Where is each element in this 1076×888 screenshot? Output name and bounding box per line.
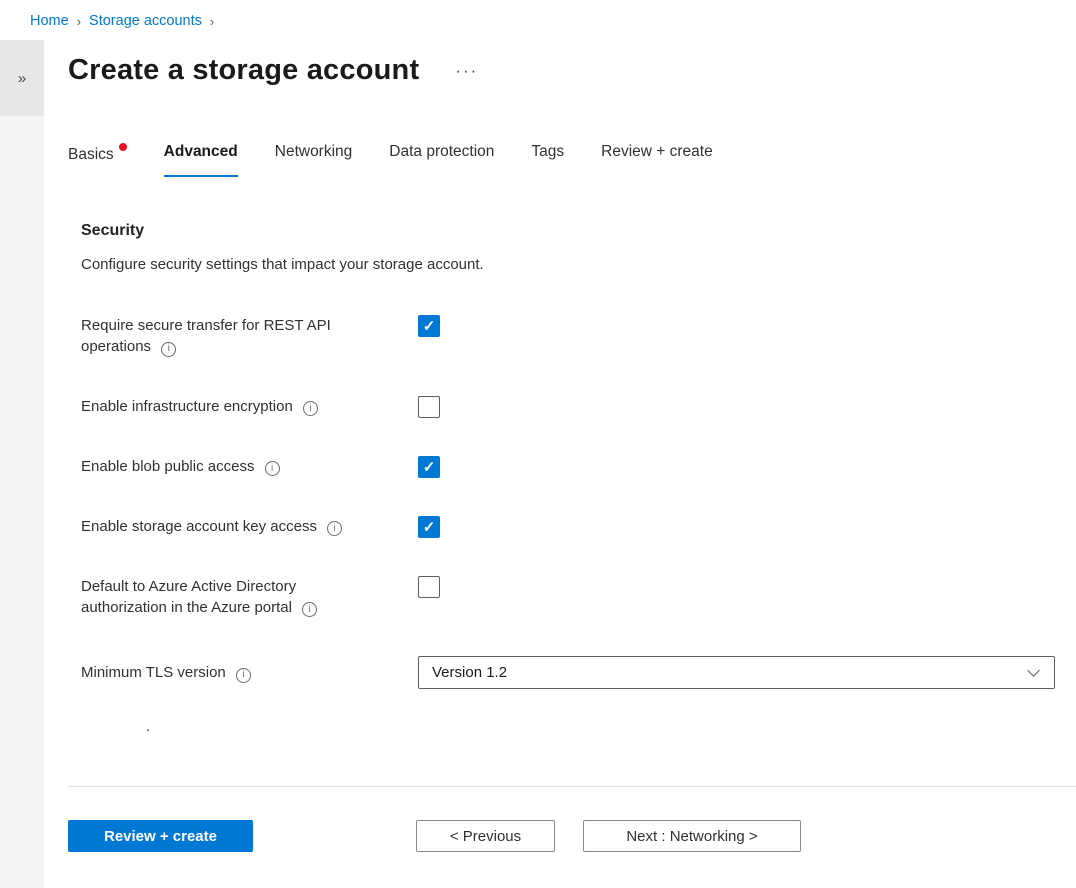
field-row-min-tls-version: Minimum TLS version Version 1.2 [81, 656, 1076, 690]
section-title-security: Security [81, 222, 145, 239]
error-dot-icon [118, 143, 127, 151]
field-label: Default to Azure Active Directory author… [81, 577, 297, 616]
advanced-form: Security Configure security settings tha… [81, 222, 1076, 690]
tab-basics[interactable]: Basics [68, 143, 127, 177]
expand-pane-button[interactable]: » [0, 40, 44, 116]
more-options-icon[interactable]: ··· [455, 61, 478, 81]
field-row-account-key-access: Enable storage account key access [81, 515, 1076, 538]
checkbox-default-aad-authorization[interactable] [418, 575, 440, 598]
collapsed-side-pane: » [0, 40, 44, 888]
review-create-button[interactable]: Review + create [68, 820, 253, 852]
tab-networking[interactable]: Networking [275, 143, 353, 177]
form-rows: Require secure transfer for REST API ope… [81, 315, 1076, 690]
chevron-right-icon: › [76, 14, 82, 29]
section-description: Configure security settings that impact … [81, 256, 484, 273]
breadcrumb-link-home[interactable]: Home [30, 13, 69, 29]
next-networking-button[interactable]: Next : Networking > [583, 820, 801, 852]
tab-tags[interactable]: Tags [531, 143, 564, 177]
min-tls-version-select[interactable]: Version 1.2 [418, 656, 1055, 690]
chevron-down-icon [1027, 664, 1040, 678]
chevron-right-icon: › [209, 14, 215, 29]
info-icon[interactable] [302, 602, 318, 618]
info-icon[interactable] [327, 521, 343, 537]
selected-value: Version 1.2 [432, 664, 508, 682]
field-row-infrastructure-encryption: Enable infrastructure encryption [81, 395, 1076, 418]
tab-advanced[interactable]: Advanced [163, 143, 238, 177]
double-chevron-right-icon: » [17, 69, 27, 87]
title-row: Create a storage account ··· [68, 54, 1076, 87]
tab-bar: Basics Advanced Networking Data protecti… [68, 143, 1076, 177]
tab-review-create[interactable]: Review + create [601, 143, 713, 177]
footer-actions: Review + create < Previous Next : Networ… [68, 820, 801, 852]
checkbox-infrastructure-encryption[interactable] [418, 395, 440, 418]
checkbox-require-secure-transfer[interactable] [418, 315, 440, 337]
breadcrumb-link-storage-accounts[interactable]: Storage accounts [89, 13, 202, 29]
breadcrumb: Home › Storage accounts › [30, 13, 214, 29]
info-icon[interactable] [161, 341, 177, 357]
info-icon[interactable] [302, 401, 318, 417]
main-content: Create a storage account ··· Basics Adva… [68, 40, 1076, 888]
info-icon[interactable] [264, 461, 280, 477]
stray-dot: . [146, 718, 151, 735]
checkbox-blob-public-access[interactable] [418, 455, 440, 478]
field-row-secure-transfer: Require secure transfer for REST API ope… [81, 315, 1076, 358]
footer-divider [68, 786, 1076, 787]
field-row-aad-authorization: Default to Azure Active Directory author… [81, 575, 1076, 619]
field-row-blob-public-access: Enable blob public access [81, 455, 1076, 478]
tab-data-protection[interactable]: Data protection [389, 143, 494, 177]
page-title: Create a storage account [68, 54, 420, 86]
field-label: Require secure transfer for REST API ope… [81, 317, 331, 356]
field-label: Enable infrastructure encryption [81, 397, 293, 415]
field-label: Minimum TLS version [81, 664, 226, 682]
checkbox-storage-account-key-access[interactable] [418, 515, 440, 538]
info-icon[interactable] [235, 667, 251, 683]
field-label: Enable storage account key access [81, 517, 317, 535]
field-label: Enable blob public access [81, 457, 255, 475]
previous-button[interactable]: < Previous [416, 820, 555, 852]
